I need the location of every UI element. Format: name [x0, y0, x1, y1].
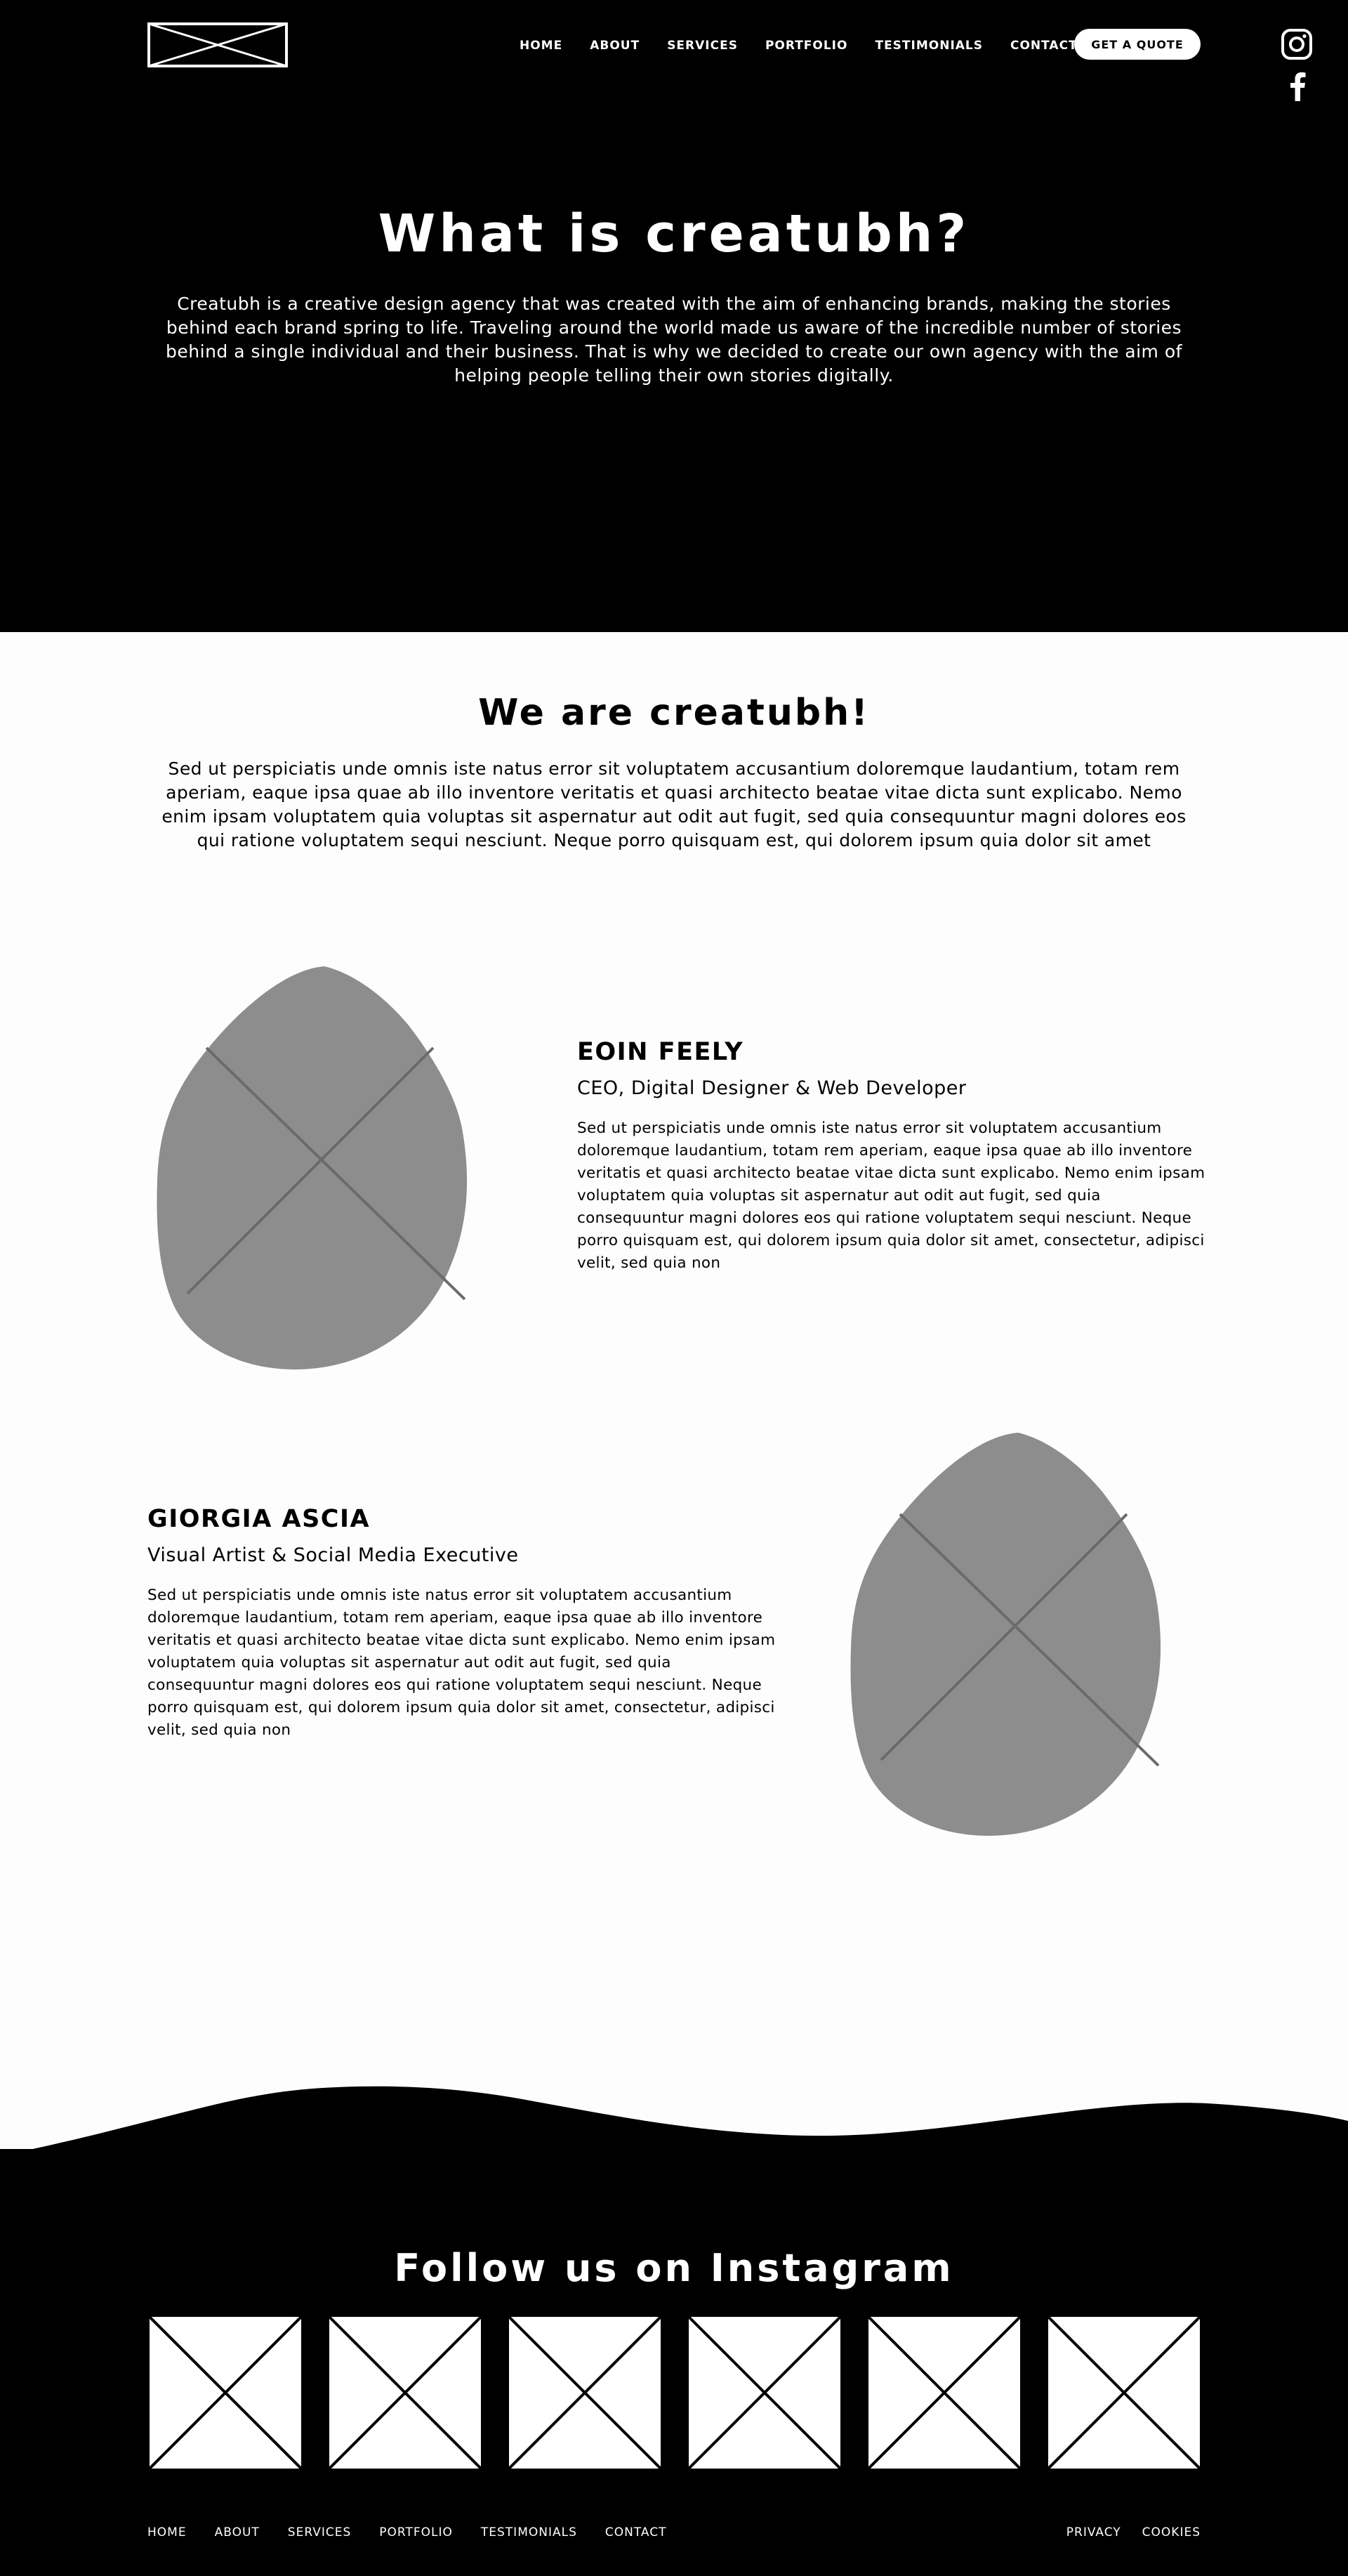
nav-about[interactable]: ABOUT: [590, 39, 640, 53]
nav-services[interactable]: SERVICES: [667, 39, 738, 53]
social-links: [1281, 28, 1314, 101]
team-member-card: GIORGIA ASCIA Visual Artist & Social Med…: [147, 1505, 779, 1742]
footer-nav-about[interactable]: ABOUT: [215, 2525, 260, 2539]
member-name: EOIN FEELY: [577, 1038, 744, 1066]
footer-nav-portfolio[interactable]: PORTFOLIO: [379, 2525, 453, 2539]
about-description: Sed ut perspiciatis unde omnis iste natu…: [161, 758, 1187, 850]
facebook-icon[interactable]: [1288, 72, 1307, 101]
footer-nav-contact[interactable]: CONTACT: [605, 2525, 667, 2539]
footer-legal-links: PRIVACY COOKIES: [1045, 2525, 1201, 2539]
nav-portfolio[interactable]: PORTFOLIO: [765, 39, 848, 53]
hero-wave-divider: [0, 541, 1348, 632]
image-placeholder-icon[interactable]: [327, 2315, 483, 2471]
footer-nav-testimonials[interactable]: TESTIMONIALS: [481, 2525, 577, 2539]
hero-description: Creatubh is a creative design agency tha…: [166, 294, 1182, 386]
instagram-gallery: [147, 2315, 1202, 2471]
member-name: GIORGIA ASCIA: [147, 1505, 371, 1533]
member-role: CEO, Digital Designer & Web Developer: [577, 1077, 967, 1099]
nav-testimonials[interactable]: TESTIMONIALS: [875, 39, 983, 53]
team-photo-placeholder-icon: [850, 1433, 1161, 1836]
nav-home[interactable]: HOME: [520, 39, 562, 53]
image-placeholder-icon[interactable]: [687, 2315, 842, 2471]
footer-wave-divider: [0, 2086, 1348, 2177]
footer-nav-services[interactable]: SERVICES: [288, 2525, 351, 2539]
footer-nav: HOME ABOUT SERVICES PORTFOLIO TESTIMONIA…: [147, 2525, 695, 2539]
member-bio: Sed ut perspiciatis unde omnis iste natu…: [577, 1119, 1205, 1272]
cookies-link[interactable]: COOKIES: [1142, 2525, 1201, 2539]
hero-title: What is creatubh?: [378, 204, 970, 264]
main-nav: HOME ABOUT SERVICES PORTFOLIO TESTIMONIA…: [520, 28, 1105, 63]
instagram-title: Follow us on Instagram: [394, 2246, 954, 2290]
team-photo-placeholder-icon: [157, 966, 468, 1369]
instagram-icon[interactable]: [1281, 28, 1313, 60]
image-placeholder-icon[interactable]: [507, 2315, 663, 2471]
image-placeholder-icon[interactable]: [1046, 2315, 1202, 2471]
get-a-quote-button[interactable]: GET A QUOTE: [1074, 29, 1201, 60]
team-member-card: EOIN FEELY CEO, Digital Designer & Web D…: [577, 1038, 1209, 1275]
logo-placeholder-icon[interactable]: [147, 22, 288, 67]
member-bio: Sed ut perspiciatis unde omnis iste natu…: [147, 1586, 776, 1739]
image-placeholder-icon[interactable]: [147, 2315, 303, 2471]
privacy-link[interactable]: PRIVACY: [1066, 2525, 1121, 2539]
nav-contact[interactable]: CONTACT: [1010, 39, 1078, 53]
member-role: Visual Artist & Social Media Executive: [147, 1544, 519, 1566]
footer-nav-home[interactable]: HOME: [147, 2525, 187, 2539]
image-placeholder-icon[interactable]: [866, 2315, 1022, 2471]
about-title: We are creatubh!: [478, 692, 870, 734]
